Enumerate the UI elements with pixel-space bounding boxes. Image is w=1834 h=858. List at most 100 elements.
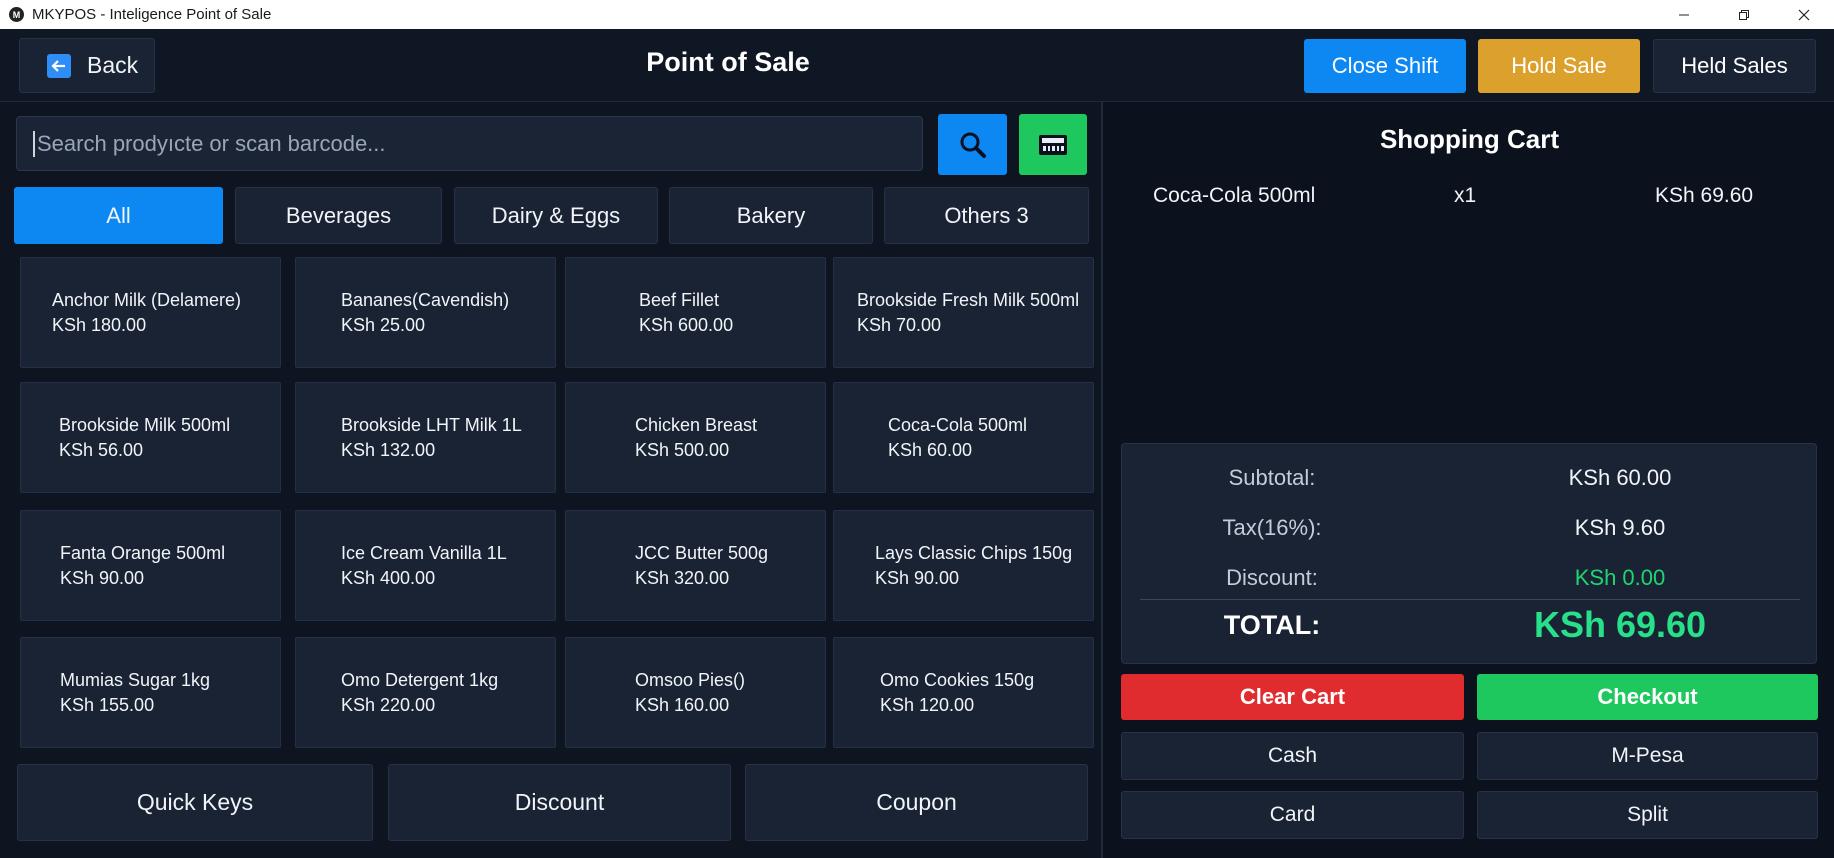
product-tile[interactable]: Anchor Milk (Delamere) KSh 180.00 [20,257,281,368]
search-input[interactable]: Search prodyıcte or scan barcode... [16,116,923,171]
product-tile[interactable]: Fanta Orange 500ml KSh 90.00 [20,510,281,621]
back-button[interactable]: Back [19,38,155,93]
product-price: KSh 155.00 [60,694,155,715]
product-price: KSh 180.00 [52,314,147,335]
product-price: KSh 70.00 [857,314,942,335]
search-icon [960,132,986,158]
product-price: KSh 56.00 [59,439,144,460]
product-name: Chicken Breast [635,414,758,435]
product-name: Brookside LHT Milk 1L [341,414,522,435]
close-icon[interactable] [1774,0,1834,29]
barcode-scanner-icon [1039,134,1067,155]
back-label: Back [87,52,139,78]
app-logo-icon: M [9,7,24,22]
product-name: Lays Classic Chips 150g [875,542,1073,563]
card-button[interactable]: Card [1121,791,1464,839]
total-value: KSh 69.60 [1533,604,1707,645]
cart-title: Shopping Cart [1379,124,1560,154]
product-name: Fanta Orange 500ml [60,542,226,563]
product-tile[interactable]: Omsoo Pies() KSh 160.00 [565,637,826,748]
product-name: Coca-Cola 500ml [888,414,1028,435]
product-name: Omo Detergent 1kg [341,669,499,690]
cash-button[interactable]: Cash [1121,732,1464,780]
cart-panel: Shopping Cart Coca-Cola 500ml x1 KSh 69.… [1101,102,1834,858]
product-price: KSh 160.00 [635,694,730,715]
product-tile[interactable]: Brookside LHT Milk 1L KSh 132.00 [295,382,556,493]
product-tile[interactable]: Omo Detergent 1kg KSh 220.00 [295,637,556,748]
split-button[interactable]: Split [1477,791,1818,839]
cart-item-name: Coca-Cola 500ml [1153,184,1316,207]
product-price: KSh 120.00 [880,694,975,715]
page-title: Point of Sale [646,47,810,77]
product-price: KSh 25.00 [341,314,426,335]
quick-keys-button[interactable]: Quick Keys [17,764,373,841]
product-name: JCC Butter 500g [635,542,769,563]
product-name: Brookside Fresh Milk 500ml [857,289,1080,310]
order-summary: Subtotal: KSh 60.00 Tax(16%): KSh 9.60 D… [1121,443,1817,664]
cart-item-total: KSh 69.60 [1655,184,1754,207]
tab-dairy-eggs[interactable]: Dairy & Eggs [454,187,658,244]
product-name: Brookside Milk 500ml [59,414,231,435]
total-label: TOTAL: [1223,610,1321,640]
product-tile[interactable]: Ice Cream Vanilla 1L KSh 400.00 [295,510,556,621]
products-panel: Search prodyıcte or scan barcode... All … [0,102,1100,858]
product-price: KSh 60.00 [888,439,973,460]
tax-value: KSh 9.60 [1574,515,1666,540]
window-titlebar: M MKYPOS - Inteligence Point of Sale [0,0,1834,29]
subtotal-label: Subtotal: [1228,465,1316,490]
product-price: KSh 90.00 [875,567,960,588]
product-price: KSh 600.00 [639,314,734,335]
search-button[interactable] [938,114,1007,175]
checkout-button[interactable]: Checkout [1477,674,1818,720]
hold-sale-button[interactable]: Hold Sale [1478,39,1640,93]
product-tile[interactable]: Brookside Milk 500ml KSh 56.00 [20,382,281,493]
cart-item-qty: x1 [1454,184,1477,207]
product-name: Anchor Milk (Delamere) [52,289,242,310]
search-placeholder: Search prodyıcte or scan barcode... [37,130,386,156]
product-name: Beef Fillet [639,289,720,310]
product-tile[interactable]: Chicken Breast KSh 500.00 [565,382,826,493]
product-tile[interactable]: Brookside Fresh Milk 500ml KSh 70.00 [833,257,1094,368]
product-price: KSh 220.00 [341,694,436,715]
product-name: Bananes(Cavendish) [341,289,510,310]
pos-header: Back Point of Sale Close Shift Hold Sale… [0,29,1834,102]
tab-others[interactable]: Others 3 [884,187,1089,244]
product-tile[interactable]: Coca-Cola 500ml KSh 60.00 [833,382,1094,493]
product-name: Omsoo Pies() [635,669,746,690]
window-title: MKYPOS - Inteligence Point of Sale [32,6,272,23]
product-name: Ice Cream Vanilla 1L [341,542,507,563]
product-name: Mumias Sugar 1kg [60,669,211,690]
barcode-scan-button[interactable] [1019,114,1087,175]
text-cursor [33,130,35,157]
subtotal-value: KSh 60.00 [1568,465,1672,490]
discount-value: KSh 0.00 [1574,565,1666,590]
product-price: KSh 90.00 [60,567,145,588]
held-sales-button[interactable]: Held Sales [1653,39,1816,93]
maximize-icon[interactable] [1714,0,1774,29]
close-shift-button[interactable]: Close Shift [1304,39,1466,93]
product-tile[interactable]: Bananes(Cavendish) KSh 25.00 [295,257,556,368]
product-name: Omo Cookies 150g [880,669,1035,690]
tab-all[interactable]: All [14,187,223,244]
minimize-icon[interactable] [1654,0,1714,29]
product-tile[interactable]: Omo Cookies 150g KSh 120.00 [833,637,1094,748]
product-tile[interactable]: Beef Fillet KSh 600.00 [565,257,826,368]
clear-cart-button[interactable]: Clear Cart [1121,674,1464,720]
tab-bakery[interactable]: Bakery [669,187,873,244]
discount-label: Discount: [1226,565,1318,590]
product-tile[interactable]: Lays Classic Chips 150g KSh 90.00 [833,510,1094,621]
window-controls [1654,0,1834,29]
product-tile[interactable]: Mumias Sugar 1kg KSh 155.00 [20,637,281,748]
product-price: KSh 400.00 [341,567,436,588]
tax-label: Tax(16%): [1222,515,1322,540]
product-price: KSh 500.00 [635,439,730,460]
discount-button[interactable]: Discount [388,764,731,841]
product-tile[interactable]: JCC Butter 500g KSh 320.00 [565,510,826,621]
product-price: KSh 320.00 [635,567,730,588]
product-price: KSh 132.00 [341,439,436,460]
summary-divider [1140,599,1800,600]
arrow-left-icon [47,53,71,78]
mpesa-button[interactable]: M-Pesa [1477,732,1818,780]
coupon-button[interactable]: Coupon [745,764,1088,841]
tab-beverages[interactable]: Beverages [235,187,442,244]
